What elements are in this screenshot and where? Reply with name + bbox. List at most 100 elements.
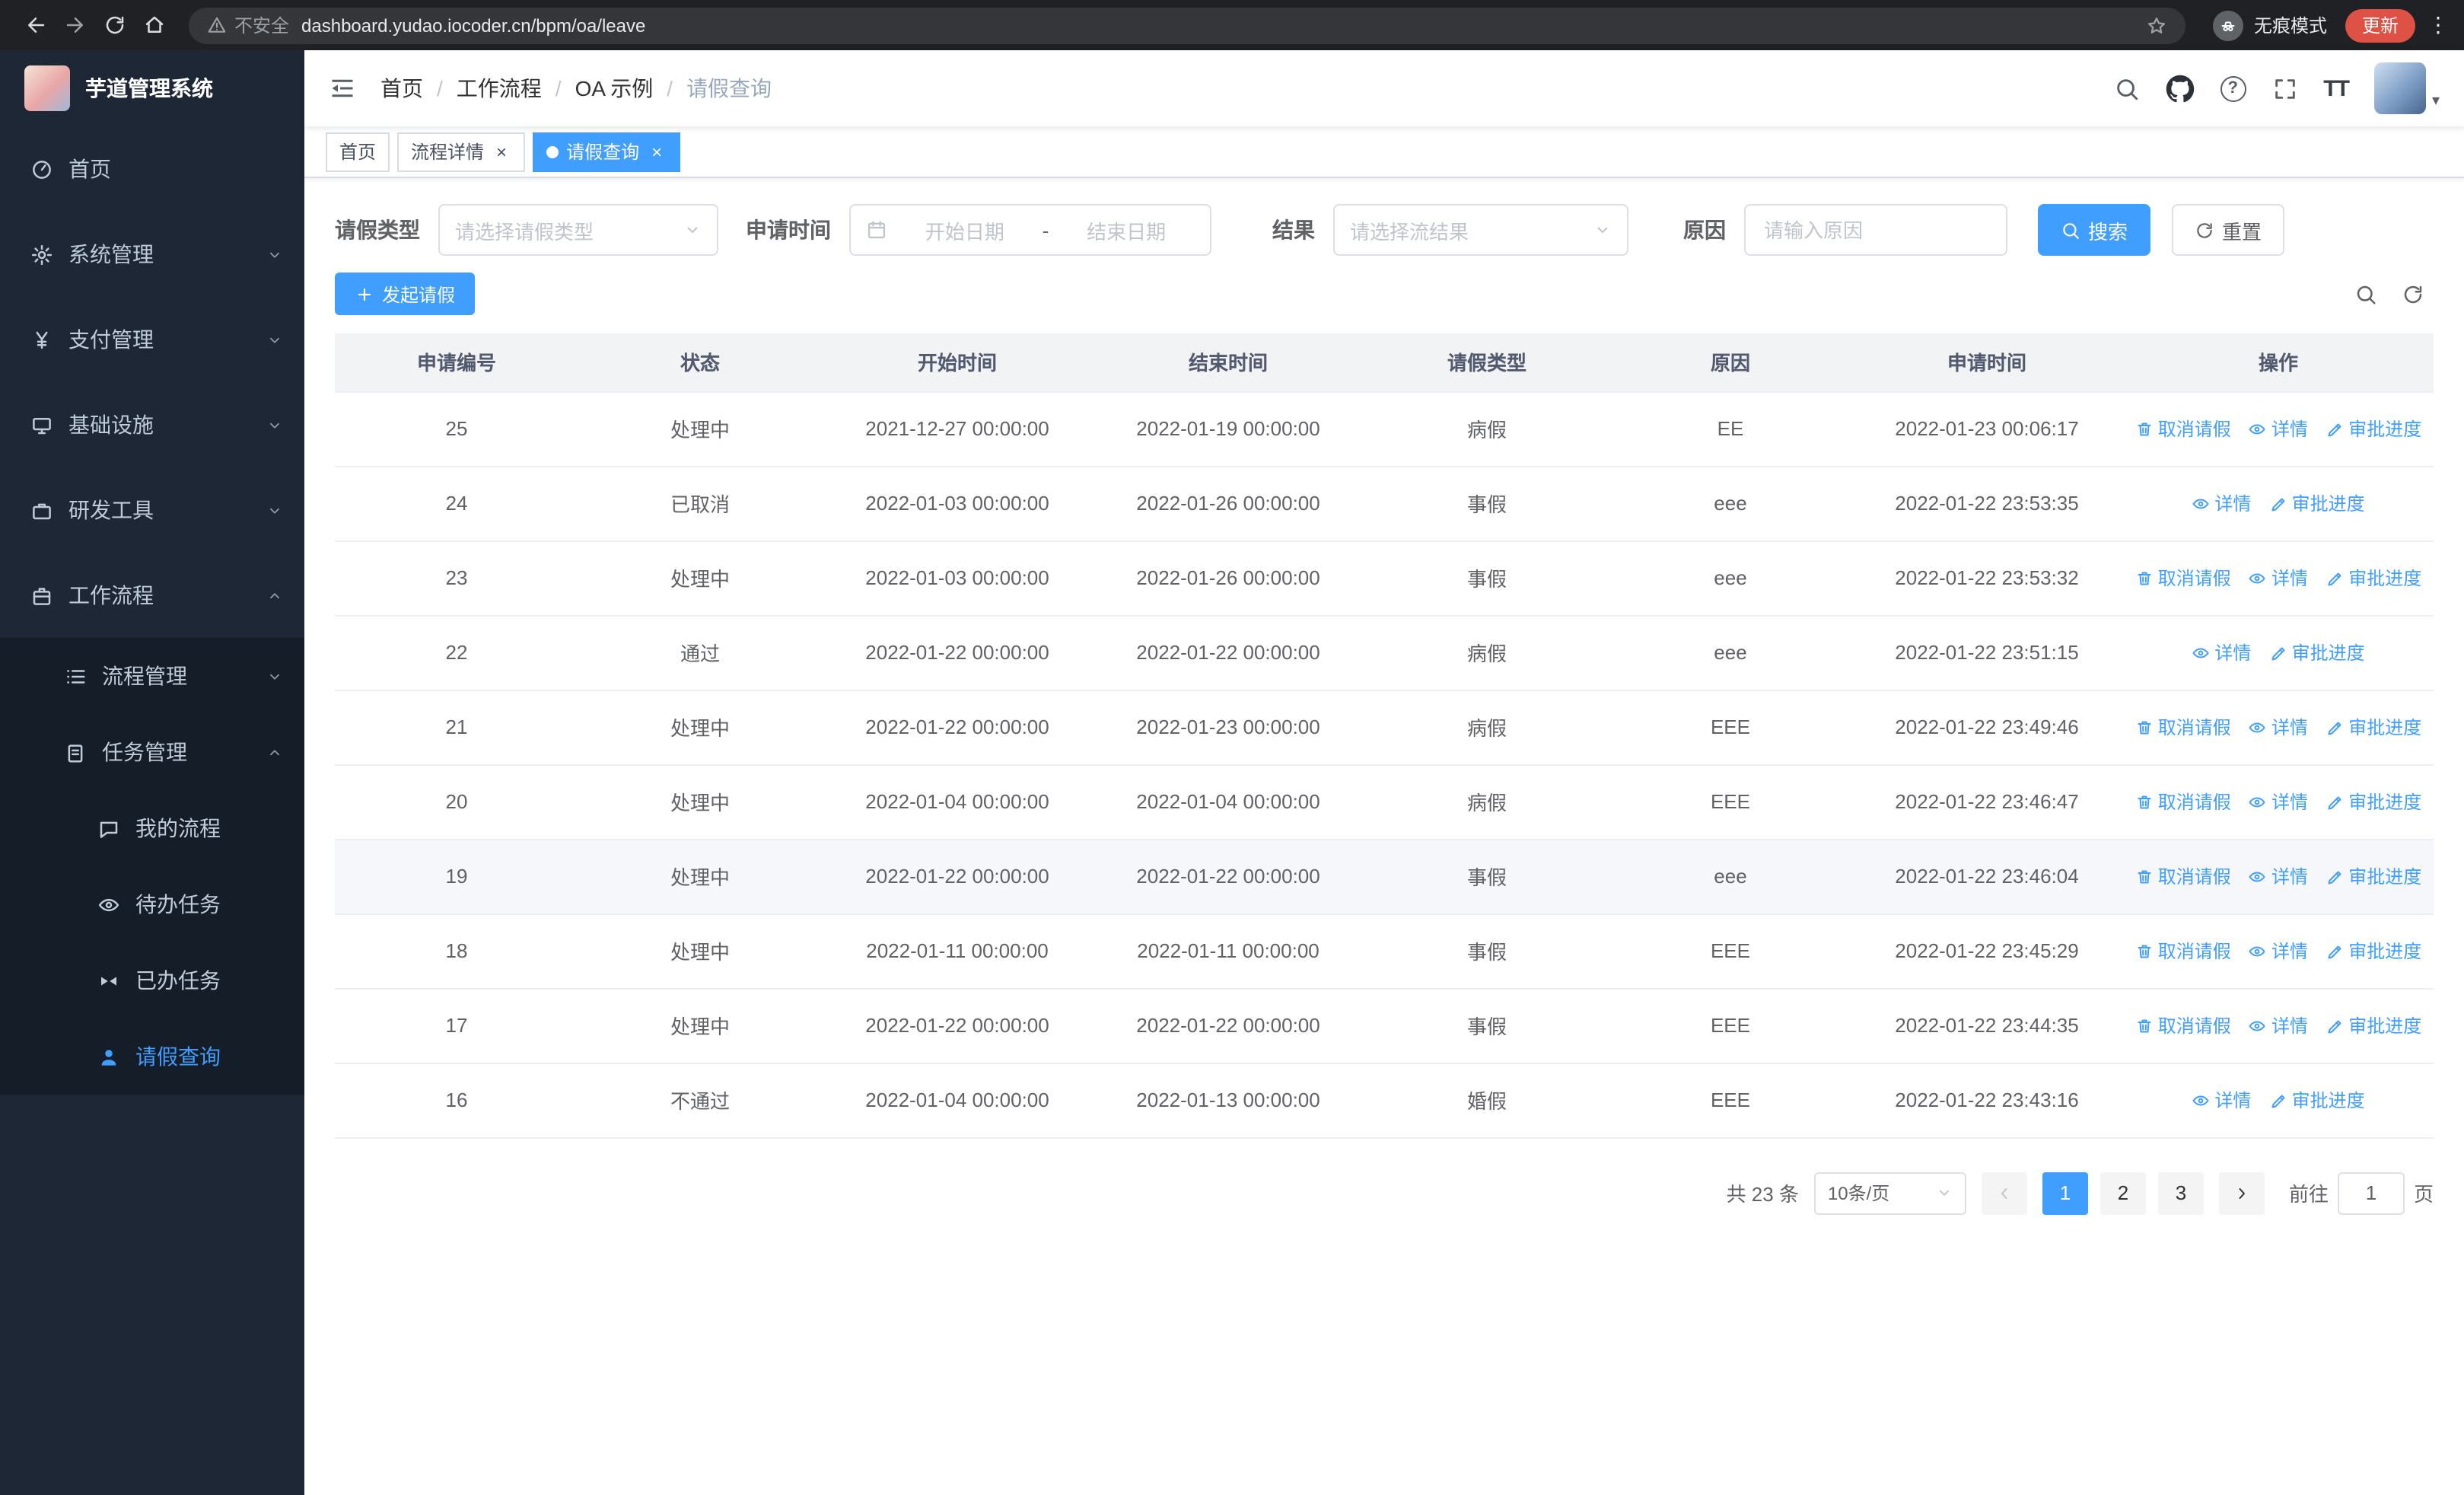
cell-leave-type: 事假: [1364, 913, 1610, 989]
cell-apply-time: 2022-01-22 23:44:35: [1851, 988, 2123, 1063]
sidebar-item-infrastructure[interactable]: 基础设施: [0, 382, 304, 467]
browser-home-button[interactable]: [134, 5, 173, 45]
cancel-leave-link[interactable]: 取消请假: [2135, 938, 2231, 964]
reset-button[interactable]: 重置: [2172, 204, 2285, 256]
page-size-select[interactable]: 10条/页: [1813, 1171, 1966, 1214]
sidebar-item-task-management[interactable]: 任务管理: [0, 714, 304, 790]
close-icon[interactable]: ×: [492, 142, 511, 161]
search-button[interactable]: 搜索: [2038, 204, 2151, 256]
app-shell: 芋道管理系统 首页 系统管理 支付管理 基础设施 研发工具 工作流程 流程管理 …: [0, 50, 2464, 1495]
breadcrumb-item-workflow[interactable]: 工作流程: [457, 73, 542, 104]
header-search-button[interactable]: [2113, 75, 2139, 101]
browser-reload-button[interactable]: [94, 5, 134, 45]
cancel-leave-link[interactable]: 取消请假: [2135, 714, 2231, 740]
sidebar-item-devtools[interactable]: 研发工具: [0, 467, 304, 553]
goto-page-input[interactable]: [2337, 1171, 2405, 1214]
cancel-leave-link[interactable]: 取消请假: [2135, 863, 2231, 889]
approval-progress-link[interactable]: 审批进度: [2269, 490, 2365, 516]
approval-progress-link[interactable]: 审批进度: [2326, 789, 2421, 814]
sidebar-item-home[interactable]: 首页: [0, 126, 304, 212]
browser-update-button[interactable]: 更新: [2345, 8, 2415, 42]
detail-link[interactable]: 详情: [2249, 938, 2308, 964]
fullscreen-button[interactable]: [2271, 75, 2297, 101]
detail-label: 详情: [2271, 866, 2308, 888]
sidebar-item-label: 流程管理: [102, 664, 187, 688]
docs-help-button[interactable]: ?: [2220, 75, 2246, 101]
apply-time-range-picker[interactable]: 开始日期 - 结束日期: [849, 204, 1211, 256]
detail-link[interactable]: 详情: [2249, 789, 2308, 814]
approval-progress-link[interactable]: 审批进度: [2269, 1087, 2365, 1113]
page-button[interactable]: 1: [2042, 1171, 2088, 1214]
cancel-leave-link[interactable]: 取消请假: [2135, 1012, 2231, 1038]
github-link[interactable]: [2165, 74, 2194, 103]
next-page-button[interactable]: [2218, 1171, 2265, 1214]
sidebar-item-system[interactable]: 系统管理: [0, 212, 304, 297]
sidebar-item-my-process[interactable]: 我的流程: [0, 790, 304, 866]
sidebar-toggle-button[interactable]: [304, 50, 380, 126]
browser-menu-button[interactable]: ⋮: [2427, 12, 2449, 38]
tab-leave-query[interactable]: 请假查询 ×: [533, 132, 681, 171]
table-row: 23 处理中 2022-01-03 00:00:00 2022-01-26 00…: [335, 540, 2434, 616]
cancel-leave-link[interactable]: 取消请假: [2135, 789, 2231, 814]
browser-back-button[interactable]: [15, 5, 55, 45]
breadcrumb-item-oa-example[interactable]: OA 示例: [575, 73, 654, 104]
tab-home[interactable]: 首页: [326, 132, 390, 171]
refresh-table-button[interactable]: [2402, 282, 2424, 305]
result-select[interactable]: 请选择流结果: [1333, 204, 1628, 256]
sidebar-item-leave-query[interactable]: 请假查询: [0, 1018, 304, 1095]
browser-forward-button[interactable]: [55, 5, 94, 45]
detail-link[interactable]: 详情: [2249, 565, 2308, 591]
forward-arrow-icon: [65, 18, 82, 33]
page-button[interactable]: 3: [2157, 1171, 2204, 1214]
table-row: 18 处理中 2022-01-11 00:00:00 2022-01-11 00…: [335, 913, 2434, 989]
cell-reason: EEE: [1610, 690, 1851, 765]
detail-link[interactable]: 详情: [2249, 416, 2308, 441]
detail-link[interactable]: 详情: [2249, 714, 2308, 740]
toggle-search-button[interactable]: [2354, 282, 2377, 305]
bowtie-icon: [101, 976, 116, 985]
chevron-right-icon: [2239, 1187, 2245, 1198]
detail-link[interactable]: 详情: [2192, 490, 2251, 516]
cancel-leave-link[interactable]: 取消请假: [2135, 416, 2231, 441]
sidebar-item-todo-tasks[interactable]: 待办任务: [0, 866, 304, 942]
font-size-button[interactable]: TT: [2323, 75, 2350, 101]
sidebar-item-payment[interactable]: 支付管理: [0, 297, 304, 382]
cell-id: 22: [335, 615, 578, 690]
approval-progress-link[interactable]: 审批进度: [2326, 1012, 2421, 1038]
bookmark-star-button[interactable]: [2146, 14, 2167, 36]
trash-icon: [2138, 422, 2151, 435]
address-bar[interactable]: 不安全 dashboard.yudao.iocoder.cn/bpm/oa/le…: [189, 7, 2185, 43]
approval-progress-link[interactable]: 审批进度: [2326, 938, 2421, 964]
create-leave-button[interactable]: 发起请假: [335, 273, 476, 315]
detail-link[interactable]: 详情: [2192, 639, 2251, 665]
detail-link[interactable]: 详情: [2192, 1087, 2251, 1113]
detail-link[interactable]: 详情: [2249, 1012, 2308, 1038]
close-icon[interactable]: ×: [647, 142, 667, 161]
detail-link[interactable]: 详情: [2249, 863, 2308, 889]
leave-type-select[interactable]: 请选择请假类型: [438, 204, 718, 256]
cell-id: 23: [335, 540, 578, 616]
reason-input[interactable]: [1749, 218, 2003, 241]
page-button[interactable]: 2: [2099, 1171, 2146, 1214]
cell-end-time: 2022-01-11 00:00:00: [1093, 913, 1364, 989]
tab-process-detail[interactable]: 流程详情 ×: [397, 132, 526, 171]
pagination-total: 共 23 条: [1726, 1183, 1799, 1206]
cancel-leave-link[interactable]: 取消请假: [2135, 565, 2231, 591]
sidebar-item-workflow[interactable]: 工作流程: [0, 553, 304, 638]
cell-start-time: 2022-01-04 00:00:00: [822, 1063, 1093, 1138]
breadcrumb-item-home[interactable]: 首页: [380, 73, 423, 104]
approval-progress-link[interactable]: 审批进度: [2326, 714, 2421, 740]
prev-page-button[interactable]: [1981, 1171, 2027, 1214]
sidebar-item-process-management[interactable]: 流程管理: [0, 638, 304, 714]
approval-progress-link[interactable]: 审批进度: [2326, 416, 2421, 441]
cell-actions: 取消请假 详情 审批进度: [2123, 391, 2434, 467]
security-indicator[interactable]: 不安全: [207, 12, 289, 38]
approval-progress-link[interactable]: 审批进度: [2269, 639, 2365, 665]
approval-progress-link[interactable]: 审批进度: [2326, 565, 2421, 591]
user-menu[interactable]: ▾: [2373, 62, 2440, 114]
breadcrumb: 首页 / 工作流程 / OA 示例 / 请假查询: [380, 73, 772, 104]
cell-end-time: 2022-01-22 00:00:00: [1093, 839, 1364, 914]
sidebar-item-done-tasks[interactable]: 已办任务: [0, 942, 304, 1018]
cell-id: 21: [335, 690, 578, 765]
approval-progress-link[interactable]: 审批进度: [2326, 863, 2421, 889]
